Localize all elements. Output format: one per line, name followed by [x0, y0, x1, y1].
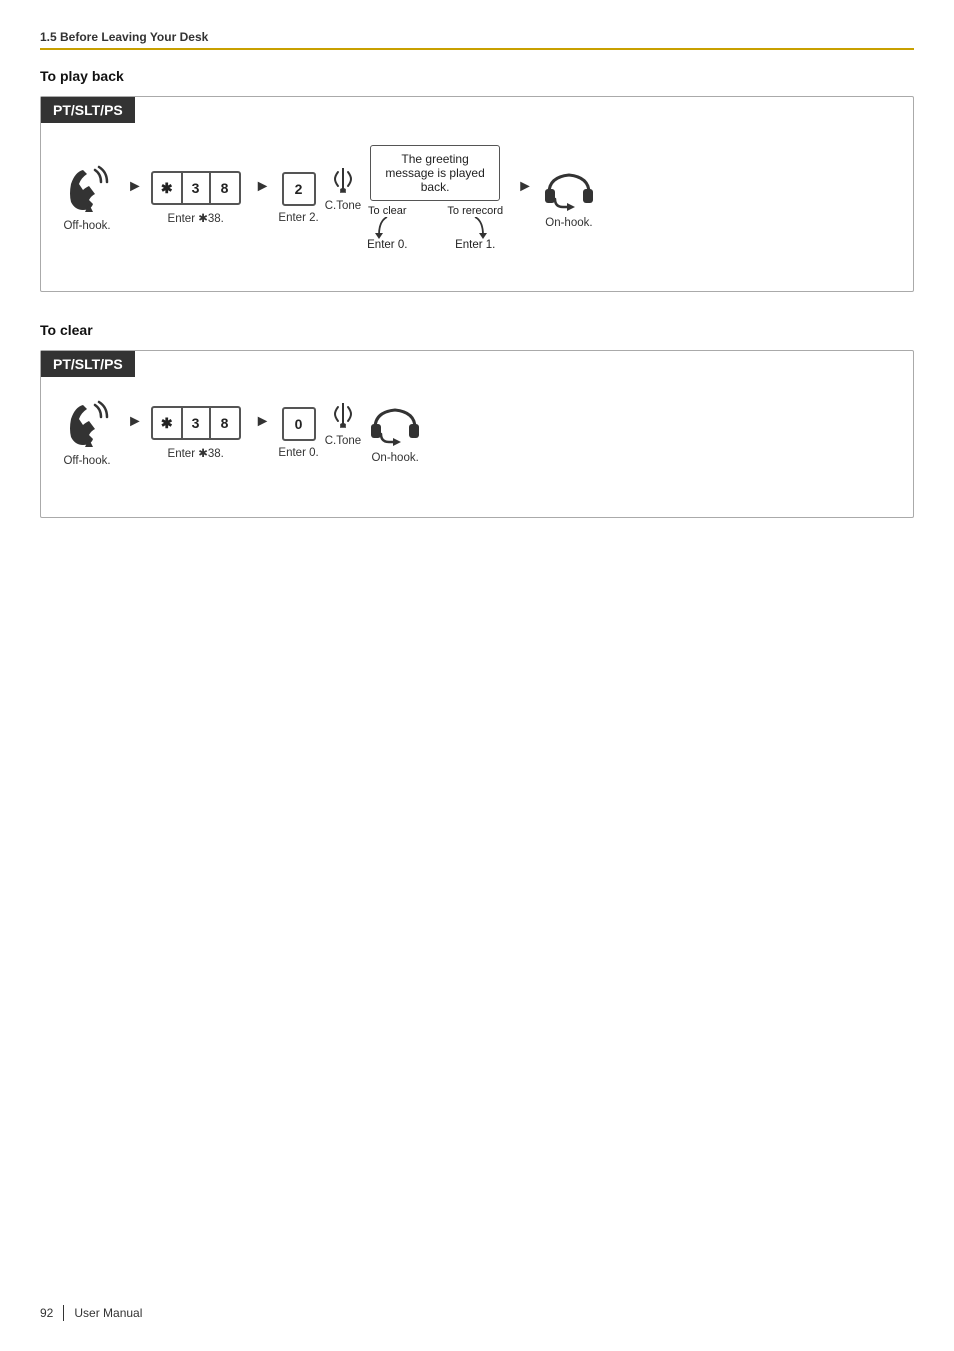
branch-rerecord-enter: Enter 1. — [455, 239, 495, 251]
clear-step-enter0: 0 Enter 0. — [278, 407, 318, 459]
step-offhook: Off-hook. — [61, 164, 113, 232]
branch-clear-label: To clear — [368, 205, 407, 217]
branch-rerecord-arrow — [461, 217, 489, 239]
ctone-label: C.Tone — [325, 200, 361, 212]
clear-key-3: 3 — [183, 408, 211, 438]
clear-arrow-2: ► — [255, 413, 271, 431]
phone-onhook-icon — [541, 167, 597, 211]
footer-divider — [63, 1305, 64, 1321]
key-3: 3 — [183, 173, 211, 203]
playback-section: To play back PT/SLT/PS Off-hook. ► — [40, 68, 914, 292]
branch-clear-arrow — [373, 217, 401, 239]
branch-rerecord: To rerecord Enter 1. — [447, 205, 503, 251]
footer: 92 User Manual — [40, 1305, 142, 1321]
step-offhook-label: Off-hook. — [63, 220, 110, 232]
step-enter2-label: Enter 2. — [278, 212, 318, 224]
step-enter2: 2 Enter 2. — [278, 172, 318, 224]
playback-title: To play back — [40, 68, 914, 84]
arrow-2: ► — [255, 178, 271, 196]
clear-key-8: 8 — [211, 408, 239, 438]
branch-clear: To clear Enter 0. — [367, 205, 407, 251]
key-group-38: ✱ 3 8 — [151, 171, 241, 205]
key-star: ✱ — [153, 173, 183, 203]
phone-offhook-icon — [61, 164, 113, 214]
key-8: 8 — [211, 173, 239, 203]
clear-step-offhook-label: Off-hook. — [63, 455, 110, 467]
message-branch-area: The greeting message is played back. To … — [367, 145, 503, 251]
message-box: The greeting message is played back. — [370, 145, 500, 201]
step-onhook-label: On-hook. — [545, 217, 592, 229]
step-onhook: On-hook. — [541, 167, 597, 229]
clear-step-onhook: On-hook. — [367, 402, 423, 464]
clear-phone-onhook-icon — [367, 402, 423, 446]
clear-step-enter0-label: Enter 0. — [278, 447, 318, 459]
arrow-3: ► — [517, 178, 533, 196]
branch-rerecord-label: To rerecord — [447, 205, 503, 217]
clear-step-enter38-label: Enter ✱38. — [168, 446, 224, 460]
clear-step-enter38: ✱ 3 8 Enter ✱38. — [151, 406, 241, 460]
clear-title: To clear — [40, 322, 914, 338]
clear-key-group-38: ✱ 3 8 — [151, 406, 241, 440]
clear-key-star: ✱ — [153, 408, 183, 438]
step-ctone: C.Tone — [325, 164, 361, 212]
clear-section: To clear PT/SLT/PS Off-hook. ► ✱ 3 — [40, 322, 914, 518]
clear-arrow-1: ► — [127, 413, 143, 431]
page-number: 92 — [40, 1306, 53, 1320]
clear-step-offhook: Off-hook. — [61, 399, 113, 467]
playback-header: PT/SLT/PS — [41, 97, 135, 123]
clear-header: PT/SLT/PS — [41, 351, 135, 377]
clear-ctone-label: C.Tone — [325, 435, 361, 447]
clear-step-onhook-label: On-hook. — [371, 452, 418, 464]
manual-title: User Manual — [74, 1306, 142, 1320]
ctone-icon — [328, 164, 358, 194]
clear-key-0: 0 — [282, 407, 316, 441]
playback-diagram-box: PT/SLT/PS Off-hook. ► — [40, 96, 914, 292]
arrow-1: ► — [127, 178, 143, 196]
clear-step-ctone: C.Tone — [325, 399, 361, 447]
branch-clear-enter: Enter 0. — [367, 239, 407, 251]
step-enter38: ✱ 3 8 Enter ✱38. — [151, 171, 241, 225]
clear-ctone-icon — [328, 399, 358, 429]
step-enter38-label: Enter ✱38. — [168, 211, 224, 225]
clear-diagram-box: PT/SLT/PS Off-hook. ► ✱ 3 8 — [40, 350, 914, 518]
key-2: 2 — [282, 172, 316, 206]
section-title: 1.5 Before Leaving Your Desk — [40, 30, 914, 50]
clear-phone-offhook-icon — [61, 399, 113, 449]
